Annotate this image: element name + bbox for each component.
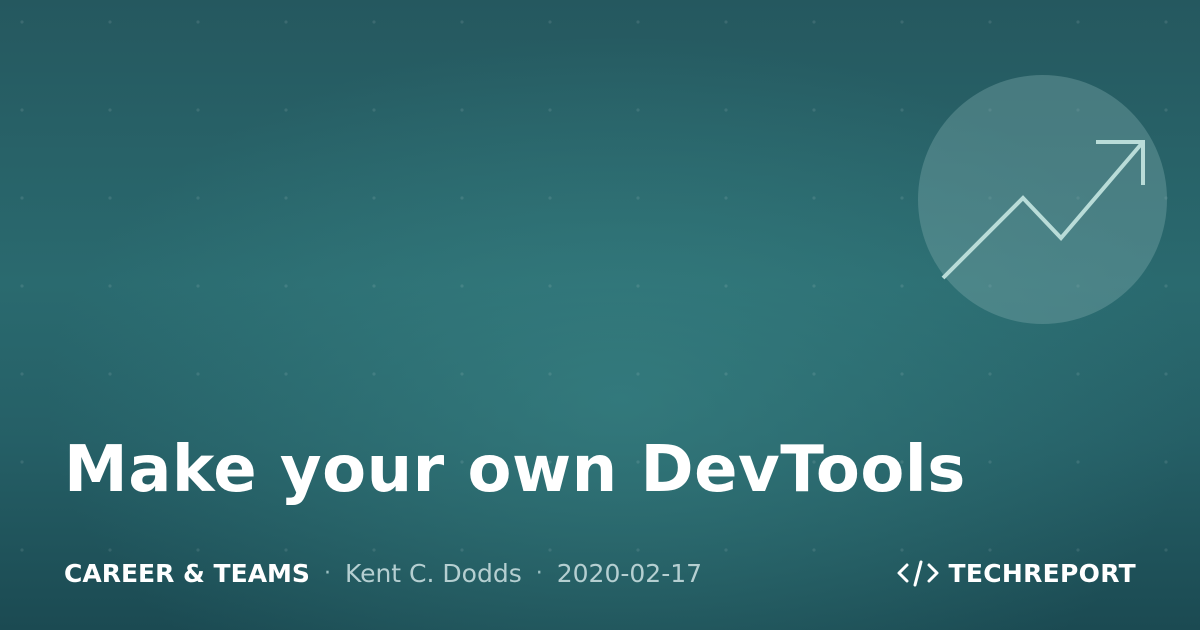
author-name: Kent C. Dodds [344,558,522,588]
grid-dot [812,108,816,112]
grid-dot [1164,548,1168,552]
grid-dot [460,372,464,376]
grid-dot [20,548,24,552]
grid-dot [724,20,728,24]
grid-dot [284,20,288,24]
grid-dot [1164,460,1168,464]
grid-dot [196,548,200,552]
meta-separator: · [535,560,543,586]
grid-dot [20,460,24,464]
grid-dot [20,108,24,112]
brand-name: TECHREPORT [948,558,1136,588]
grid-dot [636,108,640,112]
grid-dot [372,108,376,112]
grid-dot [548,108,552,112]
grid-dot [372,372,376,376]
grid-dot [1076,548,1080,552]
article-meta: CAREER & TEAMS · Kent C. Dodds · 2020-02… [64,556,702,590]
grid-dot [988,460,992,464]
grid-dot [900,20,904,24]
grid-dot [460,284,464,288]
grid-dot [372,196,376,200]
grid-dot [724,372,728,376]
trending-up-arrow-icon [941,140,1145,280]
grid-dot [900,284,904,288]
grid-dot [1076,460,1080,464]
grid-dot [812,372,816,376]
grid-dot [636,20,640,24]
social-card: Make your own DevTools CAREER & TEAMS · … [0,0,1200,630]
grid-dot [196,284,200,288]
grid-dot [196,196,200,200]
grid-dot [284,548,288,552]
grid-dot [108,284,112,288]
grid-dot [372,548,376,552]
grid-dot [900,548,904,552]
grid-dot [108,108,112,112]
grid-dot [284,108,288,112]
grid-dot [636,284,640,288]
grid-dot [108,20,112,24]
grid-dot [724,548,728,552]
grid-dot [20,284,24,288]
grid-dot [108,548,112,552]
grid-dot [548,372,552,376]
grid-dot [900,108,904,112]
grid-dot [636,548,640,552]
grid-dot [812,284,816,288]
grid-dot [812,20,816,24]
grid-dot [988,548,992,552]
grid-dot [460,196,464,200]
grid-dot [548,20,552,24]
grid-dot [724,284,728,288]
grid-dot [636,372,640,376]
grid-dot [284,372,288,376]
grid-dot [196,20,200,24]
grid-dot [284,196,288,200]
grid-dot [724,108,728,112]
grid-dot [20,20,24,24]
grid-dot [196,108,200,112]
grid-dot [548,196,552,200]
grid-dot [372,20,376,24]
category-label: CAREER & TEAMS [64,558,310,588]
grid-dot [460,548,464,552]
grid-dot [20,372,24,376]
grid-dot [1076,372,1080,376]
grid-dot [988,372,992,376]
brand-logo: TECHREPORT [896,556,1137,590]
grid-dot [1164,372,1168,376]
grid-dot [988,20,992,24]
publish-date: 2020-02-17 [556,558,703,588]
grid-dot [460,108,464,112]
grid-dot [1076,20,1080,24]
grid-dot [460,20,464,24]
grid-dot [108,196,112,200]
grid-dot [284,284,288,288]
grid-dot [548,548,552,552]
grid-dot [900,196,904,200]
grid-dot [20,196,24,200]
grid-dot [812,548,816,552]
grid-dot [372,284,376,288]
grid-dot [900,372,904,376]
grid-dot [812,196,816,200]
meta-separator: · [323,560,331,586]
code-brackets-icon [897,560,938,587]
grid-dot [1164,20,1168,24]
grid-dot [108,372,112,376]
page-title: Make your own DevTools [64,433,966,507]
grid-dot [636,196,640,200]
grid-dot [548,284,552,288]
grid-dot [724,196,728,200]
grid-dot [196,372,200,376]
